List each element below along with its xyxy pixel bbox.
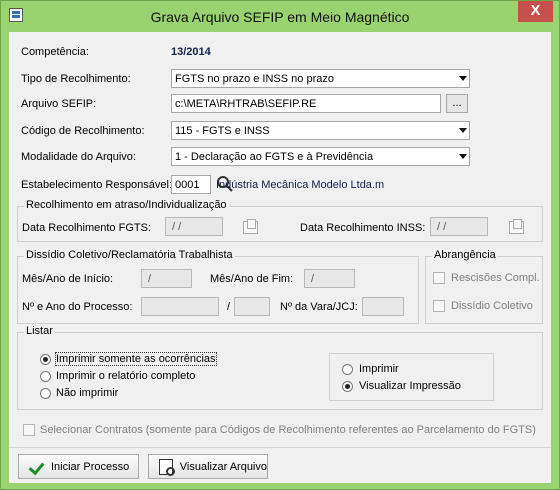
no-print-radio[interactable] [40, 388, 51, 399]
modalidade-select[interactable]: 1 - Declaração ao FGTS e à Previdência [171, 147, 470, 166]
chevron-down-icon [459, 128, 467, 133]
inicio-label: Mês/Ano de Início: [22, 273, 114, 285]
rescisoes-label: Rescisões Compl. [451, 272, 540, 284]
processo-label: Nº e Ano do Processo: [22, 301, 133, 313]
window-title: Grava Arquivo SEFIP em Meio Magnético [150, 9, 410, 25]
codigo-label: Código de Recolhimento: [21, 125, 145, 137]
close-button[interactable]: X [518, 1, 553, 22]
imprimir-label: Imprimir [359, 363, 399, 375]
imprimir-radio[interactable] [342, 364, 353, 375]
chevron-down-icon [459, 76, 467, 81]
modalidade-value: 1 - Declaração ao FGTS e à Previdência [175, 151, 374, 163]
preview-print-label: Visualizar Impressão [359, 380, 461, 392]
window-titlebar: Grava Arquivo SEFIP em Meio Magnético X [1, 1, 559, 32]
chevron-down-icon [459, 154, 467, 159]
tipo-label: Tipo de Recolhimento: [21, 73, 131, 85]
dissidio-coletivo-label: Dissídio Coletivo [451, 300, 533, 312]
no-print-label: Não imprimir [56, 387, 119, 399]
rescisoes-checkbox[interactable] [433, 272, 445, 284]
preview-print-radio[interactable] [342, 381, 353, 392]
print-full-report-radio[interactable] [40, 371, 51, 382]
abrangencia-title: Abrangência [432, 249, 498, 261]
select-contracts-checkbox[interactable] [23, 424, 35, 436]
browse-button[interactable]: ... [446, 94, 468, 113]
arquivo-label: Arquivo SEFIP: [21, 98, 97, 110]
estabelecimento-code-field[interactable]: 0001 [171, 175, 211, 194]
fgts-date-label: Data Recolhimento FGTS: [22, 222, 151, 234]
dissidio-group: Dissídio Coletivo/Reclamatória Trabalhis… [17, 249, 419, 324]
vara-label: Nº da Vara/JCJ: [280, 301, 358, 313]
preview-icon [159, 458, 175, 476]
dissidio-checkbox[interactable] [433, 300, 445, 312]
fgts-date-field[interactable]: / / [165, 217, 223, 236]
start-process-button[interactable]: Iniciar Processo [18, 454, 139, 479]
fim-label: Mês/Ano de Fim: [210, 273, 294, 285]
inss-date-field[interactable]: / / [430, 217, 488, 236]
calendar-icon[interactable] [243, 219, 258, 234]
estabelecimento-label: Estabelecimento Responsável: [21, 179, 173, 191]
print-occurrences-label: Imprimir somente as ocorrências [55, 352, 217, 366]
listar-group: Listar Imprimir somente as ocorrências I… [17, 325, 543, 410]
processo-number-field[interactable] [141, 297, 219, 316]
tipo-value: FGTS no prazo e INSS no prazo [175, 73, 334, 85]
competencia-label: Competência: [21, 46, 89, 58]
modalidade-label: Modalidade do Arquivo: [21, 151, 136, 163]
codigo-value: 115 - FGTS e INSS [175, 125, 270, 137]
abrangencia-group: Abrangência Rescisões Compl. Dissídio Co… [425, 249, 543, 324]
atraso-title: Recolhimento em atraso/Individualização [24, 199, 229, 211]
dissidio-title: Dissídio Coletivo/Reclamatória Trabalhis… [24, 249, 235, 261]
tipo-select[interactable]: FGTS no prazo e INSS no prazo [171, 69, 470, 88]
print-full-report-label: Imprimir o relatório completo [56, 370, 196, 382]
form-panel: Competência: 13/2014 Tipo de Recolhiment… [9, 32, 551, 483]
print-mode-group: Imprimir Visualizar Impressão [329, 353, 494, 401]
view-file-button[interactable]: Visualizar Arquivo [148, 454, 268, 479]
check-icon [29, 460, 44, 473]
view-file-label: Visualizar Arquivo [179, 460, 267, 473]
calendar-icon[interactable] [509, 219, 524, 234]
inicio-field[interactable]: / [141, 269, 192, 288]
processo-year-field[interactable] [234, 297, 270, 316]
print-occurrences-radio[interactable] [40, 354, 51, 365]
competencia-value: 13/2014 [171, 46, 211, 58]
sefip-window: Grava Arquivo SEFIP em Meio Magnético X … [0, 0, 560, 490]
processo-separator: / [227, 301, 231, 313]
start-process-label: Iniciar Processo [51, 460, 130, 473]
select-contracts-label: Selecionar Contratos (somente para Códig… [40, 424, 536, 436]
inss-date-label: Data Recolhimento INSS: [300, 222, 426, 234]
fim-field[interactable]: / [304, 269, 355, 288]
codigo-select[interactable]: 115 - FGTS e INSS [171, 121, 470, 140]
estabelecimento-name: Indústria Mecânica Modelo Ltda.m [216, 179, 385, 191]
arquivo-field[interactable]: c:\META\RHTRAB\SEFIP.RE [171, 94, 441, 113]
button-bar: Iniciar Processo Visualizar Arquivo [9, 447, 551, 483]
atraso-group: Recolhimento em atraso/Individualização … [17, 199, 543, 242]
vara-field[interactable] [362, 297, 404, 316]
listar-title: Listar [24, 325, 55, 337]
